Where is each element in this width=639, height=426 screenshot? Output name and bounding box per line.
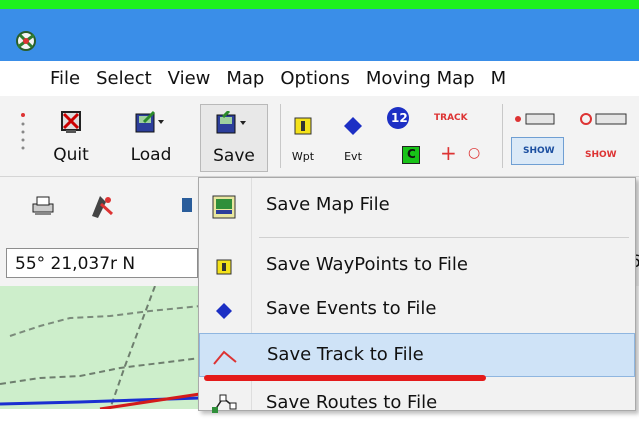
load-label: Load: [130, 145, 172, 165]
circle-small-icon[interactable]: ○: [468, 145, 480, 161]
line-tool-icon[interactable]: [514, 112, 556, 126]
event-button[interactable]: Evt: [338, 104, 368, 170]
menu-bar: File Select View Map Options Moving Map …: [0, 61, 639, 96]
event-diamond-icon: [216, 303, 232, 319]
save-icon: [216, 111, 246, 134]
menu-item-label: Save Routes to File: [266, 392, 438, 413]
load-button[interactable]: Load: [126, 104, 176, 170]
menu-map[interactable]: Map: [218, 68, 272, 89]
menu-moving-map[interactable]: Moving Map: [358, 68, 483, 89]
map-tracks: [0, 285, 201, 411]
show-label: SHOW: [523, 146, 555, 156]
menu-select[interactable]: Select: [88, 68, 160, 89]
wpt-label: Wpt: [291, 150, 315, 163]
app-icon[interactable]: [12, 27, 40, 55]
evt-label: Evt: [344, 150, 362, 163]
load-icon: [135, 110, 164, 133]
latitude-field[interactable]: 55° 21,037r N: [6, 248, 198, 278]
menu-item-save-waypoints[interactable]: Save WayPoints to File: [199, 244, 635, 288]
menu-item-save-events[interactable]: Save Events to File: [199, 288, 635, 332]
partial-toolbar-icon[interactable]: [180, 194, 192, 218]
event-diamond-icon: [344, 117, 362, 135]
menu-item-save-track[interactable]: Save Track to File: [199, 333, 635, 377]
show-points-label[interactable]: SHOW: [585, 150, 617, 160]
toolbar-grip-icon[interactable]: [20, 112, 26, 156]
toolbar-separator: [280, 104, 281, 168]
quit-button[interactable]: Quit: [46, 104, 96, 170]
annotation-underline: [204, 375, 486, 381]
map-view[interactable]: [0, 285, 201, 411]
waypoint-icon: [294, 117, 312, 135]
menu-item-label: Save Track to File: [267, 344, 424, 365]
menu-separator: [259, 237, 629, 238]
menu-file[interactable]: File: [42, 68, 88, 89]
menu-view[interactable]: View: [160, 68, 219, 89]
add-plus-icon[interactable]: +: [440, 141, 457, 165]
c-label: C: [407, 147, 416, 161]
menu-item-label: Save Map File: [266, 194, 390, 215]
title-bar: [0, 9, 639, 61]
save-label: Save: [213, 146, 255, 166]
menu-item-label: Save WayPoints to File: [266, 254, 468, 275]
top-green-strip: [0, 0, 639, 9]
map-file-icon: [212, 195, 236, 219]
c-button[interactable]: C: [402, 146, 420, 164]
menu-item-save-routes[interactable]: Save Routes to File: [199, 382, 635, 426]
route-icon: [212, 394, 237, 413]
waypoint-icon: [216, 259, 232, 275]
points-tool-icon[interactable]: [580, 112, 635, 126]
menu-item-label: Save Events to File: [266, 298, 437, 319]
track-icon: [213, 350, 237, 365]
waypoint-button[interactable]: Wpt: [288, 104, 318, 170]
route-12-label: 12: [391, 111, 408, 125]
quit-icon: [61, 111, 81, 133]
printer-icon[interactable]: [30, 194, 56, 218]
show-toggle-button[interactable]: SHOW: [511, 137, 564, 165]
menu-item-save-map-file[interactable]: Save Map File: [199, 184, 635, 228]
track-label[interactable]: TRACK: [434, 113, 468, 123]
quit-label: Quit: [53, 145, 89, 165]
gps-device-icon[interactable]: [86, 192, 116, 220]
menu-truncated[interactable]: M: [483, 68, 515, 89]
menu-options[interactable]: Options: [272, 68, 357, 89]
toolbar-separator: [502, 104, 503, 168]
save-button[interactable]: Save: [200, 104, 268, 172]
